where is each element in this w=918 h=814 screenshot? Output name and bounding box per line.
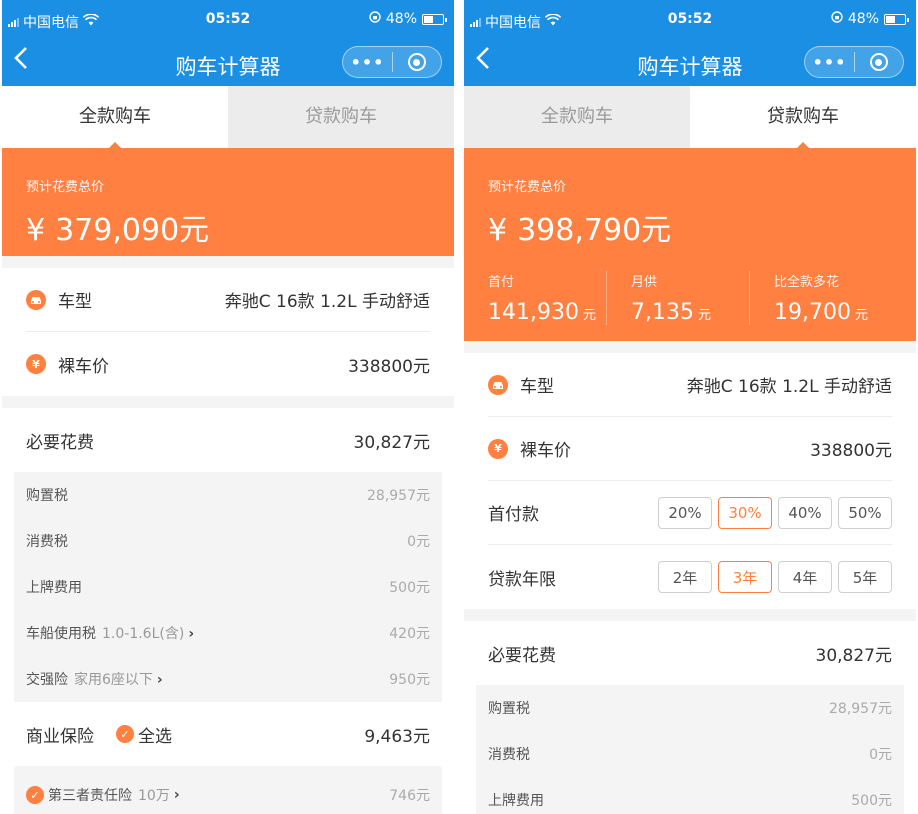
nav-bar: 购车计算器 ••• xyxy=(464,40,916,86)
phone-loan: 中国电信 05:52 48% 购车计算器 ••• 全款购车 贷款购车 预计花费总… xyxy=(464,0,916,814)
required-fees-value: 30,827元 xyxy=(353,432,430,453)
required-fees-list: 购置税 28,957元 消费税 0元 上牌费用 500元 xyxy=(476,685,904,814)
car-icon xyxy=(26,289,46,310)
term-option[interactable]: 2年 xyxy=(658,561,712,593)
required-fees-row: 必要花费 30,827元 xyxy=(26,408,430,472)
yen-icon: ¥ xyxy=(488,438,508,459)
loan-term-label: 贷款年限 xyxy=(488,569,556,590)
car-model-label: 车型 xyxy=(58,292,92,312)
third-party-row[interactable]: ✓ 第三者责任险 10万 › 746元 xyxy=(26,766,430,812)
down-option[interactable]: 20% xyxy=(658,496,712,529)
more-icon[interactable]: ••• xyxy=(343,53,392,72)
term-option[interactable]: 5年 xyxy=(838,561,892,593)
bare-price-row[interactable]: ¥ 裸车价 338800元 xyxy=(26,332,430,396)
status-bar: 中国电信 05:52 48% xyxy=(2,0,454,40)
vehicle-tax-row[interactable]: 车船使用税 1.0-1.6L(含) › 420元 xyxy=(26,610,430,656)
car-model-label: 车型 xyxy=(520,377,554,397)
total-price: ¥379,090元 xyxy=(26,213,210,248)
down-option-selected[interactable]: 30% xyxy=(718,496,772,529)
bare-price-value: 338800元 xyxy=(348,356,430,377)
tab-loan[interactable]: 贷款购车 xyxy=(690,86,916,148)
term-option-selected[interactable]: 3年 xyxy=(718,561,772,593)
chevron-right-icon: › xyxy=(156,672,163,688)
mini-program-capsule: ••• xyxy=(342,46,442,78)
loan-term-options: 2年 3年 4年 5年 xyxy=(658,561,892,593)
select-all-toggle[interactable]: ✓ 全选 xyxy=(116,722,172,747)
loan-stats: 首付 141,930 元 月供 7,135 元 比全款多花 19,700 元 xyxy=(488,271,892,325)
down-payment-row: 首付款 20% 30% 40% 50% xyxy=(488,481,892,545)
check-icon: ✓ xyxy=(26,786,44,804)
bare-price-label: 裸车价 xyxy=(58,356,109,377)
required-fees-row: 必要花费 30,827元 xyxy=(488,621,892,685)
tab-full-payment[interactable]: 全款购车 xyxy=(464,86,690,148)
total-summary: 预计花费总价 ¥379,090元 xyxy=(2,148,454,256)
required-fees-label: 必要花费 xyxy=(26,432,94,453)
insurance-list: ✓ 第三者责任险 10万 › 746元 xyxy=(14,766,442,814)
nav-bar: 购车计算器 ••• xyxy=(2,40,454,86)
required-fees-list: 购置税 28,957元 消费税 0元 上牌费用 500元 车船使用税 1.0-1.6L(… xyxy=(14,472,442,702)
phone-full-payment: 中国电信 05:52 48% 购车计算器 ••• 全款购车 贷款购车 预计花费总… xyxy=(2,0,454,814)
fee-row: 购置税 28,957元 xyxy=(26,488,430,504)
battery-icon xyxy=(422,13,447,25)
bare-price-label: 裸车价 xyxy=(520,441,571,461)
chevron-right-icon: › xyxy=(173,787,180,803)
tab-loan[interactable]: 贷款购车 xyxy=(228,86,454,148)
car-icon xyxy=(488,374,508,395)
yen-icon: ¥ xyxy=(26,354,46,374)
loan-term-row: 贷款年限 2年 3年 4年 5年 xyxy=(488,545,892,609)
rotation-lock-icon xyxy=(831,11,843,27)
bare-price-value: 338800元 xyxy=(810,441,892,461)
fee-row: 上牌费用 500元 xyxy=(488,793,892,809)
total-label: 预计花费总价 xyxy=(488,180,567,195)
term-option[interactable]: 4年 xyxy=(778,561,832,593)
more-icon[interactable]: ••• xyxy=(805,53,854,72)
fee-row: 上牌费用 500元 xyxy=(26,580,430,596)
down-payment-label: 首付款 xyxy=(488,505,539,525)
car-info-card: 车型 奔驰C 16款 1.2L 手动舒适 ¥ 裸车价 338800元 首付款 20… xyxy=(464,353,916,609)
down-payment-stat: 首付 141,930 元 xyxy=(488,275,596,325)
extra-cost-stat: 比全款多花 19,700 元 xyxy=(749,271,892,325)
car-model-value: 奔驰C 16款 1.2L 手动舒适 xyxy=(224,292,430,312)
tab-bar: 全款购车 贷款购车 xyxy=(2,86,454,148)
bare-price-row[interactable]: ¥ 裸车价 338800元 xyxy=(488,417,892,481)
tab-bar: 全款购车 贷款购车 xyxy=(464,86,916,148)
fee-row: 购置税 28,957元 xyxy=(488,701,892,717)
down-option[interactable]: 40% xyxy=(778,496,832,529)
car-model-value: 奔驰C 16款 1.2L 手动舒适 xyxy=(686,377,892,397)
commercial-insurance-value: 9,463元 xyxy=(364,726,430,747)
mini-program-capsule: ••• xyxy=(804,46,904,78)
monthly-payment-stat: 月供 7,135 元 xyxy=(606,271,749,325)
total-price: ¥398,790元 xyxy=(488,213,672,248)
battery-percent: 48% xyxy=(385,11,417,27)
down-payment-options: 20% 30% 40% 50% xyxy=(658,496,892,529)
fee-row: 消费税 0元 xyxy=(26,534,430,550)
battery-percent: 48% xyxy=(847,11,879,27)
tab-full-payment[interactable]: 全款购车 xyxy=(2,86,228,148)
check-icon: ✓ xyxy=(116,725,134,743)
total-label: 预计花费总价 xyxy=(26,180,105,195)
commercial-insurance-label: 商业保险 xyxy=(26,726,94,747)
chevron-right-icon: › xyxy=(188,626,195,642)
total-summary: 预计花费总价 ¥398,790元 首付 141,930 元 月供 7,135 元 比全款… xyxy=(464,148,916,341)
fee-row: 消费税 0元 xyxy=(488,747,892,763)
rotation-lock-icon xyxy=(369,11,381,27)
compulsory-insurance-row[interactable]: 交强险 家用6座以下 › 950元 xyxy=(26,656,430,702)
car-info-card: 车型 奔驰C 16款 1.2L 手动舒适 ¥ 裸车价 338800元 xyxy=(2,268,454,396)
required-fees-label: 必要花费 xyxy=(488,645,556,666)
required-fees-value: 30,827元 xyxy=(815,645,892,666)
battery-icon xyxy=(884,13,909,25)
status-bar: 中国电信 05:52 48% xyxy=(464,0,916,40)
car-model-row[interactable]: 车型 奔驰C 16款 1.2L 手动舒适 xyxy=(488,353,892,417)
car-model-row[interactable]: 车型 奔驰C 16款 1.2L 手动舒适 xyxy=(26,268,430,332)
down-option[interactable]: 50% xyxy=(838,496,892,529)
commercial-insurance-row: 商业保险 ✓ 全选 9,463元 xyxy=(26,702,430,766)
close-target-icon[interactable] xyxy=(855,53,903,71)
close-target-icon[interactable] xyxy=(393,53,441,71)
